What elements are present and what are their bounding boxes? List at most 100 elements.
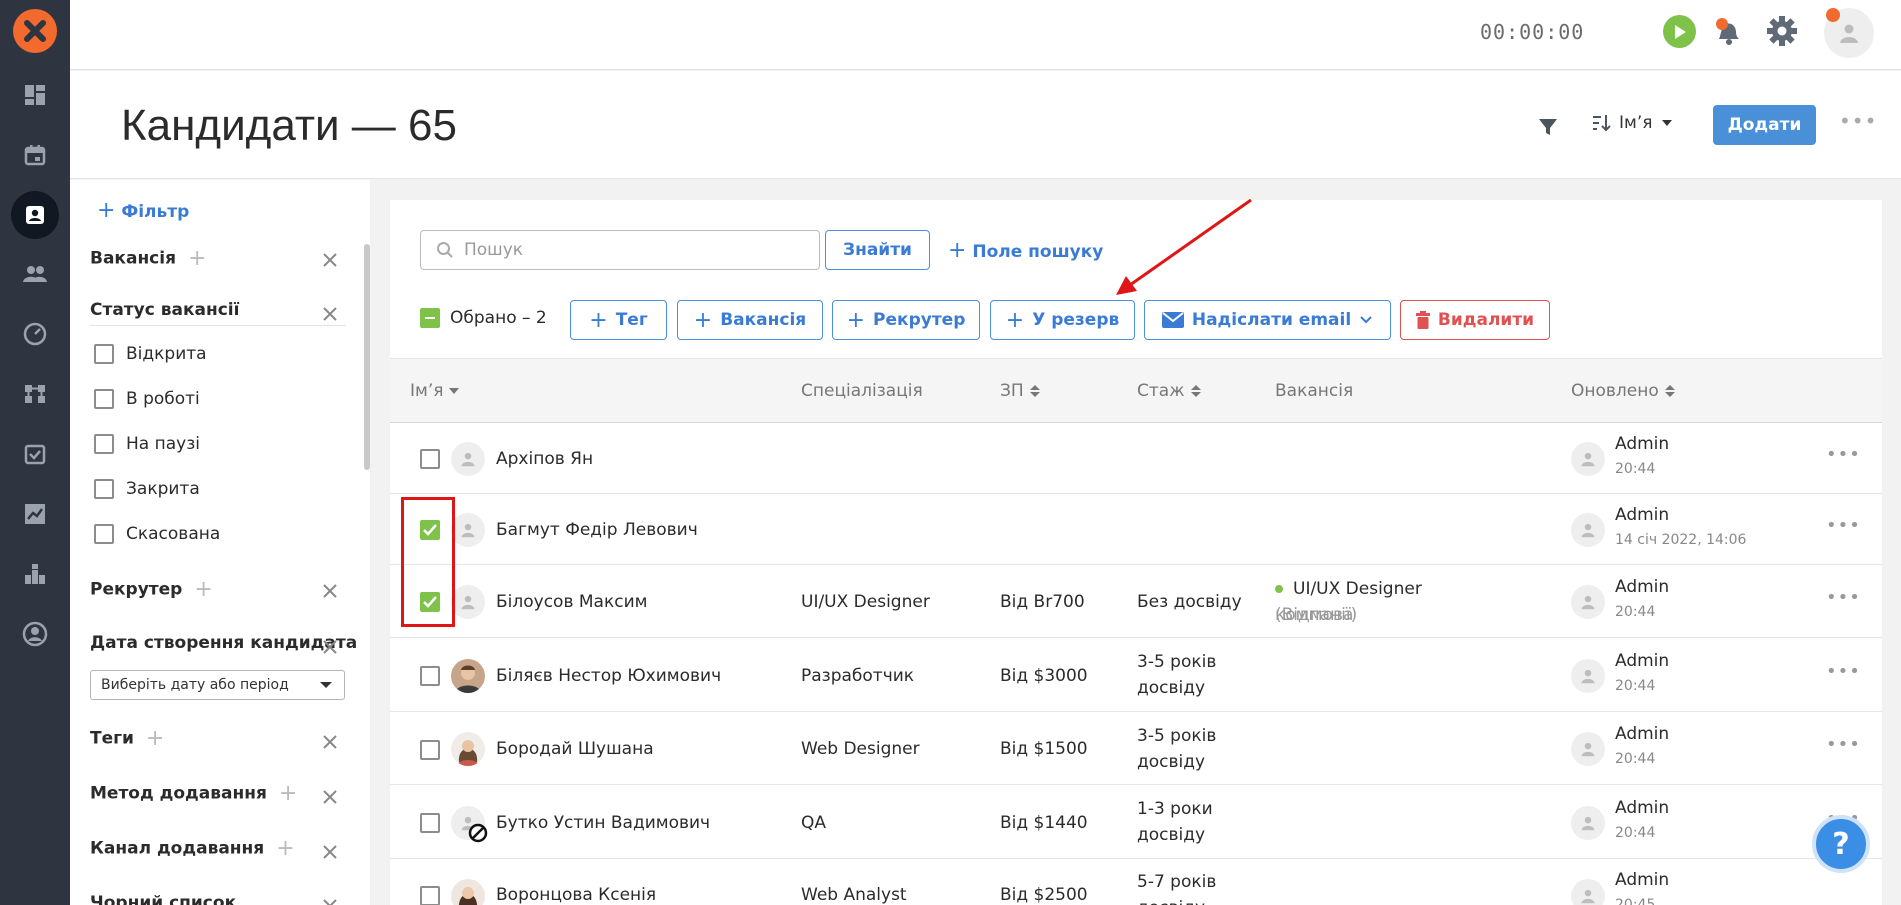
logo-icon[interactable]	[13, 9, 57, 53]
row-more-icon[interactable]: •••	[1826, 515, 1861, 536]
pipeline-icon[interactable]	[15, 374, 55, 414]
more-options-icon[interactable]: •••	[1839, 109, 1877, 133]
filter-vacancy-status[interactable]: Статус вакансії	[90, 300, 346, 326]
candidate-name-link[interactable]: Біляєв Нестор Юхимович	[496, 663, 721, 689]
row-more-icon[interactable]: •••	[1826, 444, 1861, 465]
analytics-icon[interactable]	[15, 494, 55, 534]
row-checkbox[interactable]	[420, 449, 440, 469]
row-more-icon[interactable]: •••	[1826, 587, 1861, 608]
notification-dot	[1826, 8, 1840, 22]
find-button[interactable]: Знайти	[825, 230, 930, 270]
filter-blacklist[interactable]: Чорний список	[90, 893, 236, 905]
dashboard-icon[interactable]	[15, 75, 55, 115]
close-icon[interactable]	[322, 898, 338, 905]
speedometer-icon[interactable]	[15, 314, 55, 354]
updated-by: Admin	[1615, 798, 1670, 818]
team-icon[interactable]	[15, 254, 55, 294]
avatar	[1571, 879, 1605, 905]
table-row[interactable]: Бутко Устин Вадимович QA Від $1440 1-3 р…	[390, 786, 1882, 859]
send-email-button[interactable]: Надіслати email	[1144, 300, 1391, 340]
row-checkbox[interactable]	[420, 813, 440, 833]
top-bar	[70, 0, 1901, 70]
candidates-icon[interactable]	[11, 191, 59, 239]
filter-scrollbar[interactable]	[364, 244, 370, 470]
sort-dropdown[interactable]: Ім’я	[1591, 113, 1673, 133]
add-search-field-button[interactable]: + Поле пошуку	[948, 238, 1103, 263]
updated-at: 20:44	[1615, 825, 1656, 841]
close-icon[interactable]	[322, 639, 338, 655]
table-row[interactable]: Багмут Федір Левович Admin 14 січ 2022, …	[390, 495, 1882, 565]
integrations-icon[interactable]	[15, 554, 55, 594]
table-row[interactable]: Воронцова Ксенія Web Analyst Від $2500 5…	[390, 860, 1882, 905]
filter-panel: + Фільтр Вакансія + Статус вакансії Відкр…	[70, 180, 370, 905]
play-icon[interactable]	[1663, 15, 1696, 48]
reserve-button[interactable]: + У резерв	[990, 300, 1135, 340]
close-icon[interactable]	[322, 734, 338, 750]
close-icon[interactable]	[322, 583, 338, 599]
filter-funnel-icon[interactable]	[1537, 116, 1559, 138]
user-photo-icon	[457, 740, 479, 766]
column-name[interactable]: Ім’я	[410, 381, 460, 401]
candidate-name-link[interactable]: Білоусов Максим	[496, 589, 647, 615]
tasks-icon[interactable]	[15, 434, 55, 474]
selected-count[interactable]: Обрано – 2	[420, 308, 547, 328]
candidate-name-link[interactable]: Бутко Устин Вадимович	[496, 810, 710, 836]
candidate-name-link[interactable]: Бородай Шушана	[496, 736, 654, 762]
candidate-name-link[interactable]: Воронцова Ксенія	[496, 882, 656, 905]
close-icon[interactable]	[322, 306, 338, 322]
status-closed-checkbox[interactable]: Закрита	[94, 479, 200, 499]
experience: 1-3 роки	[1137, 799, 1213, 819]
add-filter-button[interactable]: + Фільтр	[97, 198, 189, 223]
close-icon[interactable]	[322, 252, 338, 268]
page-title: Кандидати — 65	[121, 101, 457, 150]
updated-by: Admin	[1615, 434, 1670, 454]
tag-button[interactable]: + Тег	[570, 300, 667, 340]
table-row[interactable]: Архіпов Ян Admin 20:44 •••	[390, 424, 1882, 494]
table-row[interactable]: Білоусов Максим UI/UX Designer Від Br700…	[390, 566, 1882, 638]
row-checkbox[interactable]	[420, 886, 440, 905]
row-checkbox[interactable]	[420, 740, 440, 760]
status-open-checkbox[interactable]: Відкрита	[94, 344, 207, 364]
table-row[interactable]: Біляєв Нестор Юхимович Разработчик Від $…	[390, 639, 1882, 712]
delete-button[interactable]: Видалити	[1400, 300, 1550, 340]
date-period-select[interactable]: Виберіть дату або період	[90, 670, 345, 700]
gear-icon[interactable]	[1765, 14, 1799, 48]
vacancy-button[interactable]: + Вакансія	[677, 300, 823, 340]
filter-vacancy[interactable]: Вакансія +	[90, 246, 206, 271]
candidate-name-link[interactable]: Багмут Федір Левович	[496, 517, 698, 543]
search-input[interactable]: Пошук	[420, 230, 820, 270]
experience: 5-7 років	[1137, 872, 1217, 892]
profile-icon[interactable]	[15, 614, 55, 654]
status-in-progress-checkbox[interactable]: В роботі	[94, 389, 200, 409]
main-nav	[0, 0, 70, 905]
row-checkbox[interactable]	[420, 666, 440, 686]
status-paused-checkbox[interactable]: На паузі	[94, 434, 200, 454]
filter-recruiter[interactable]: Рекрутер +	[90, 577, 213, 602]
filter-tags[interactable]: Теги +	[90, 726, 164, 751]
salary: Від Br700	[1000, 592, 1085, 612]
row-more-icon[interactable]: •••	[1826, 661, 1861, 682]
filter-created-date[interactable]: Дата створення кандидата	[90, 633, 357, 653]
column-salary[interactable]: ЗП	[1000, 381, 1040, 401]
close-icon[interactable]	[322, 844, 338, 860]
close-icon[interactable]	[322, 789, 338, 805]
bell-icon[interactable]	[1712, 15, 1744, 47]
recruiter-button[interactable]: + Рекрутер	[832, 300, 980, 340]
help-icon[interactable]: ?	[1812, 815, 1870, 873]
avatar	[1571, 442, 1605, 476]
column-experience[interactable]: Стаж	[1137, 381, 1201, 401]
filter-add-method[interactable]: Метод додавання +	[90, 781, 297, 806]
avatar	[451, 879, 485, 905]
table-row[interactable]: Бородай Шушана Web Designer Від $1500 3-…	[390, 713, 1882, 785]
specialization: UI/UX Designer	[801, 592, 930, 612]
calendar-icon[interactable]	[15, 135, 55, 175]
user-icon	[1581, 452, 1595, 467]
add-candidate-button[interactable]: Додати	[1713, 105, 1816, 145]
filter-add-channel[interactable]: Канал додавання +	[90, 836, 295, 861]
status-cancelled-checkbox[interactable]: Скасована	[94, 524, 220, 544]
row-more-icon[interactable]: •••	[1826, 734, 1861, 755]
specialization: QA	[801, 813, 827, 833]
column-updated[interactable]: Оновлено	[1571, 381, 1675, 401]
candidate-name-link[interactable]: Архіпов Ян	[496, 446, 593, 472]
highlight-rectangle	[401, 497, 455, 627]
